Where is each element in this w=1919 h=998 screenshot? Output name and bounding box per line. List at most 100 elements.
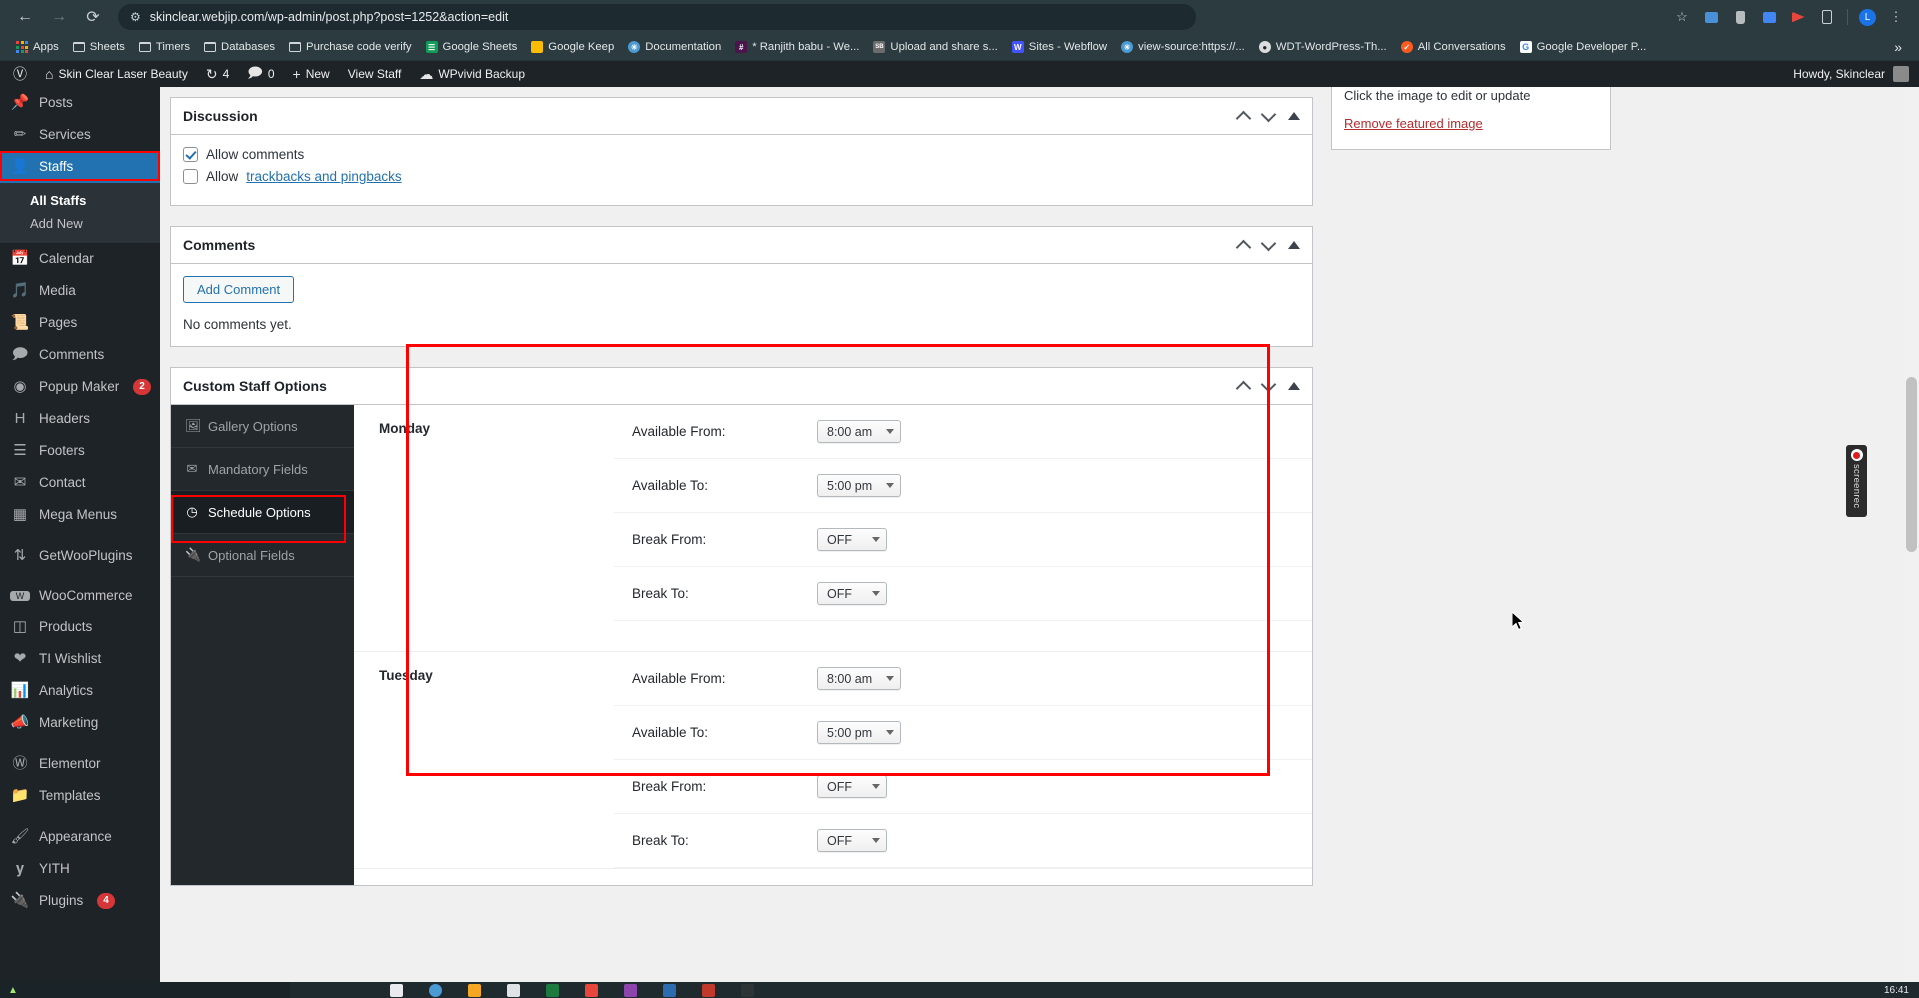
sidebar-item-media[interactable]: 🎵 Media [0, 275, 160, 307]
move-down-icon[interactable] [1260, 376, 1277, 392]
bookmark-sheets[interactable]: Sheets [66, 37, 132, 58]
sidebar-item-footers[interactable]: ☰ Footers [0, 435, 160, 467]
available-to-select[interactable]: 5:00 pm [817, 721, 902, 744]
trackbacks-link[interactable]: trackbacks and pingbacks [246, 169, 401, 184]
allow-trackbacks-row[interactable]: Allow trackbacks and pingbacks [183, 169, 1300, 184]
view-staff-link[interactable]: View Staff [339, 61, 411, 87]
move-up-icon[interactable] [1235, 110, 1252, 126]
screen-icon[interactable] [1702, 8, 1720, 26]
bookmark-star-icon[interactable]: ☆ [1673, 8, 1691, 26]
available-to-select[interactable]: 5:00 pm [817, 474, 902, 497]
bookmark-sites-webflow[interactable]: W Sites - Webflow [1005, 37, 1114, 58]
chrome-menu-icon[interactable]: ⋮ [1887, 8, 1905, 26]
wordpress-logo-icon[interactable]: Ⓥ [4, 61, 36, 87]
forward-arrow-icon[interactable]: → [44, 2, 74, 32]
bookmark-ranjith-babu[interactable]: # * Ranjith babu - We... [728, 37, 866, 58]
page-scrollbar[interactable] [1904, 87, 1919, 982]
bookmark-apps[interactable]: Apps [9, 37, 66, 58]
available-from-select[interactable]: 8:00 am [817, 667, 902, 690]
sidebar-item-appearance[interactable]: 🖌 Appearance [0, 821, 160, 853]
google-translate-icon[interactable] [1760, 8, 1778, 26]
wpvivid-backup-menu[interactable]: ☁ WPvivid Backup [410, 61, 534, 87]
bottle-icon[interactable] [1731, 8, 1749, 26]
bookmark-purchase-code-verify[interactable]: Purchase code verify [282, 37, 419, 58]
taskbar-app-folder-icon[interactable] [468, 983, 481, 997]
taskbar-app-terminal-icon[interactable] [741, 983, 754, 997]
reload-icon[interactable]: ⟳ [78, 2, 108, 32]
bookmark-documentation[interactable]: ☀ Documentation [621, 37, 728, 58]
taskbar-app-studio-icon[interactable] [624, 983, 637, 997]
taskbar-clock-area[interactable]: 16:41 [1884, 985, 1919, 996]
sidebar-item-comments[interactable]: 🗩 Comments [0, 339, 160, 371]
comments-menu[interactable]: 🗩 0 [238, 61, 283, 87]
scrollbar-thumb[interactable] [1906, 377, 1917, 552]
new-content-menu[interactable]: + New [284, 61, 339, 87]
record-dot-icon[interactable] [1850, 449, 1863, 461]
bookmark-google-sheets[interactable]: ☰ Google Sheets [419, 37, 525, 58]
remove-featured-image-link[interactable]: Remove featured image [1344, 116, 1483, 131]
sidebar-item-staffs[interactable]: 👤 Staffs [0, 151, 160, 183]
bookmarks-overflow-icon[interactable]: » [1886, 39, 1910, 55]
sidebar-item-services[interactable]: ✏ Services [0, 119, 160, 151]
break-from-select[interactable]: OFF [817, 528, 887, 551]
sidebar-item-analytics[interactable]: 📊 Analytics [0, 675, 160, 707]
break-from-select[interactable]: OFF [817, 775, 887, 798]
bookmark-timers[interactable]: Timers [132, 37, 197, 58]
sidebar-item-posts[interactable]: 📌 Posts [0, 87, 160, 119]
sidebar-item-elementor[interactable]: Ⓦ Elementor [0, 748, 160, 780]
device-icon[interactable] [1818, 8, 1836, 26]
taskbar-app-sheets-icon[interactable] [546, 983, 559, 997]
account-menu[interactable]: Howdy, Skinclear [1793, 66, 1919, 82]
sidebar-item-popup-maker[interactable]: ◉ Popup Maker 2 [0, 371, 160, 403]
taskbar-app-pdf-icon[interactable] [585, 983, 598, 997]
bookmark-wdt-wordpress-theme[interactable]: ● WDT-WordPress-Th... [1252, 37, 1394, 58]
sidebar-item-calendar[interactable]: 📅 Calendar [0, 243, 160, 275]
bookmark-view-source[interactable]: ☀ view-source:https://... [1114, 37, 1252, 58]
screenrec-widget[interactable]: screenrec [1846, 445, 1867, 517]
tab-mandatory-fields[interactable]: ✉ Mandatory Fields [171, 448, 354, 491]
sidebar-item-products[interactable]: ◫ Products [0, 611, 160, 643]
move-up-icon[interactable] [1235, 380, 1252, 396]
available-from-select[interactable]: 8:00 am [817, 420, 902, 443]
sidebar-item-woocommerce[interactable]: W WooCommerce [0, 581, 160, 611]
extension-red-icon[interactable] [1789, 8, 1807, 26]
address-bar[interactable]: ⚙ skinclear.webjip.com/wp-admin/post.php… [118, 4, 1196, 30]
site-name-menu[interactable]: ⌂ Skin Clear Laser Beauty [36, 61, 197, 87]
bookmark-google-developer[interactable]: G Google Developer P... [1513, 37, 1654, 58]
allow-trackbacks-checkbox[interactable] [183, 169, 198, 184]
allow-comments-row[interactable]: Allow comments [183, 147, 1300, 162]
taskbar-start-area[interactable]: ▲ [0, 982, 290, 998]
taskbar-app-notes-icon[interactable] [507, 983, 520, 997]
sidebar-item-headers[interactable]: H Headers [0, 403, 160, 435]
bookmark-all-conversations[interactable]: ✓ All Conversations [1394, 37, 1513, 58]
site-settings-icon[interactable]: ⚙ [130, 11, 141, 23]
sidebar-item-mega-menus[interactable]: ▦ Mega Menus [0, 499, 160, 531]
tab-schedule-options[interactable]: ◷ Schedule Options [171, 491, 354, 534]
sidebar-item-pages[interactable]: 📜 Pages [0, 307, 160, 339]
start-icon[interactable]: ▲ [8, 985, 18, 996]
back-arrow-icon[interactable]: ← [10, 2, 40, 32]
avatar[interactable]: L [1859, 8, 1876, 26]
break-to-select[interactable]: OFF [817, 582, 887, 605]
tab-optional-fields[interactable]: 🔌 Optional Fields [171, 534, 354, 577]
bookmark-upload-and-share[interactable]: SB Upload and share s... [866, 37, 1004, 58]
sidebar-item-yith[interactable]: 𝐲 YITH [0, 853, 160, 885]
move-down-icon[interactable] [1260, 235, 1277, 251]
sidebar-item-all-staffs[interactable]: All Staffs [0, 189, 160, 212]
bookmark-google-keep[interactable]: Google Keep [524, 37, 621, 58]
add-comment-button[interactable]: Add Comment [183, 276, 295, 303]
taskbar-app-files-icon[interactable] [390, 983, 403, 997]
tab-gallery-options[interactable]: 🖼 Gallery Options [171, 405, 354, 448]
move-up-icon[interactable] [1235, 239, 1252, 255]
toggle-panel-icon[interactable] [1288, 112, 1300, 120]
taskbar-app-media-icon[interactable] [702, 983, 715, 997]
taskbar-app-editor-icon[interactable] [663, 983, 676, 997]
sidebar-item-ti-wishlist[interactable]: ❤ TI Wishlist [0, 643, 160, 675]
allow-comments-checkbox[interactable] [183, 147, 198, 162]
bookmark-databases[interactable]: Databases [197, 37, 282, 58]
sidebar-item-contact[interactable]: ✉ Contact [0, 467, 160, 499]
taskbar-app-chrome-icon[interactable] [429, 983, 442, 997]
sidebar-item-getwooplugins[interactable]: ⇅ GetWooPlugins [0, 540, 160, 572]
updates-menu[interactable]: ↻ 4 [197, 61, 238, 87]
break-to-select[interactable]: OFF [817, 829, 887, 852]
